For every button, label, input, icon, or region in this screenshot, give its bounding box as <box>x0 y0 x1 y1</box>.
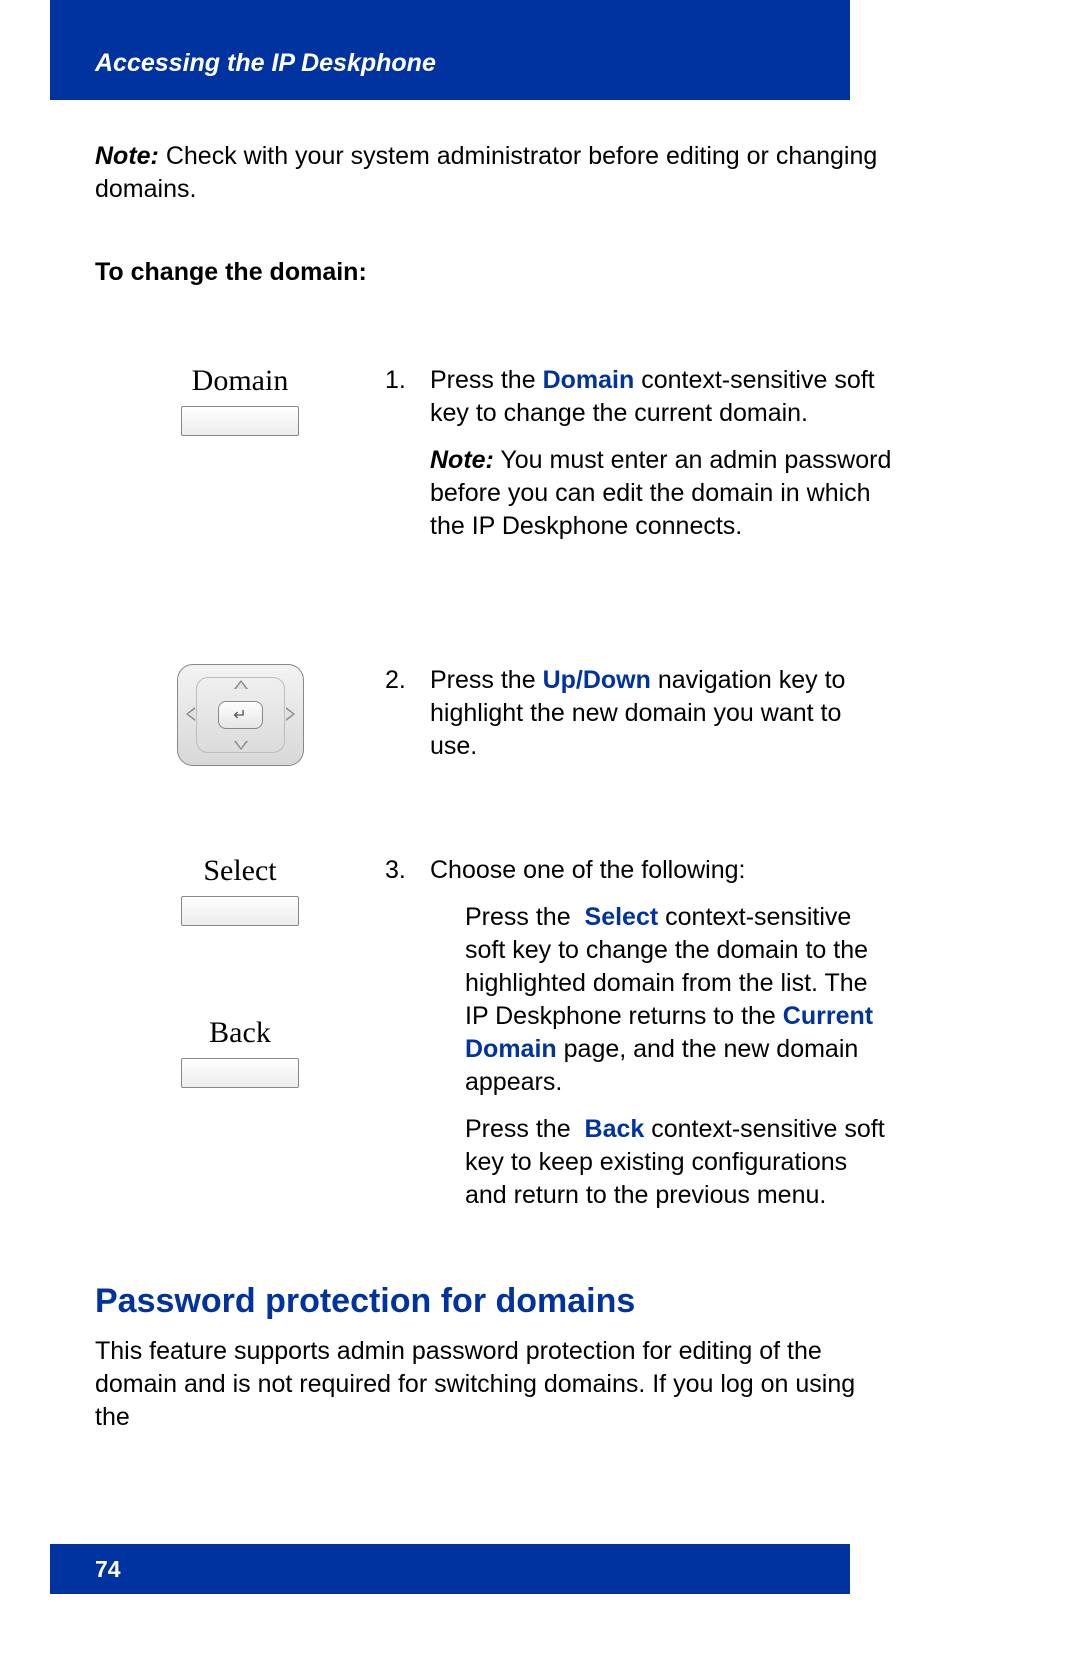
section-heading: Password protection for domains <box>95 1282 895 1321</box>
page-number: 74 <box>95 1556 121 1583</box>
step-1-note-label: Note: <box>430 446 494 474</box>
softkey-back-label: Back <box>209 1016 271 1050</box>
step-2-pre: Press the <box>430 666 543 694</box>
step-3-option-back: Press the Back context-sensitive soft ke… <box>430 1113 895 1212</box>
step-1-body: Press the Domain context-sensitive soft … <box>430 364 895 543</box>
step-1-note: Note: You must enter an admin password b… <box>430 444 895 543</box>
nav-left-icon <box>186 707 195 721</box>
step-2-number: 2. <box>385 664 430 763</box>
step-2-body: Press the Up/Down navigation key to high… <box>430 664 895 763</box>
chapter-title: Accessing the IP Deskphone <box>95 49 436 78</box>
chapter-header: Accessing the IP Deskphone <box>50 0 850 100</box>
step-3-body: Choose one of the following: Press the S… <box>430 854 895 1212</box>
softkey-domain: Domain <box>181 364 299 436</box>
softkey-back: Back <box>181 1016 299 1088</box>
page-footer: 74 <box>50 1544 850 1594</box>
softkey-domain-label: Domain <box>192 364 289 398</box>
step-3: Select Back 3. Choose one of the followi… <box>95 854 895 1212</box>
softkey-select: Select <box>181 854 299 926</box>
procedure-heading: To change the domain: <box>95 256 895 289</box>
note-label: Note: <box>95 142 159 170</box>
procedure-steps: Domain 1. Press the Domain context-sensi… <box>95 364 895 1212</box>
updown-keyword: Up/Down <box>543 666 651 694</box>
page-content: Note: Check with your system administrat… <box>95 140 895 1434</box>
back-keyword: Back <box>585 1115 645 1143</box>
step-1-note-text: You must enter an admin password before … <box>430 446 891 540</box>
step-1-text: 1. Press the Domain context-sensitive so… <box>385 364 895 543</box>
section-body: This feature supports admin password pro… <box>95 1335 895 1434</box>
step-3-graphic: Select Back <box>95 854 385 1168</box>
step-2: ↵ 2. Press the Up/Down navigation key to… <box>95 664 895 854</box>
nav-right-icon <box>286 707 295 721</box>
nav-down-icon <box>234 741 248 750</box>
step-1-number: 1. <box>385 364 430 543</box>
softkey-domain-button-icon <box>181 406 299 436</box>
admin-note: Note: Check with your system administrat… <box>95 140 895 206</box>
step-3-option-select: Press the Select context-sensitive soft … <box>430 901 895 1099</box>
softkey-select-label: Select <box>203 854 276 888</box>
step-1-pre: Press the <box>430 366 543 394</box>
step-2-graphic: ↵ <box>95 664 385 766</box>
step-3-text: 3. Choose one of the following: Press th… <box>385 854 895 1212</box>
nav-enter-icon: ↵ <box>218 701 263 729</box>
domain-keyword: Domain <box>543 366 635 394</box>
step-2-text: 2. Press the Up/Down navigation key to h… <box>385 664 895 763</box>
opt-b-pre: Press the <box>465 1115 578 1143</box>
step-3-number: 3. <box>385 854 430 1212</box>
softkey-back-button-icon <box>181 1058 299 1088</box>
select-keyword: Select <box>585 903 659 931</box>
step-1-graphic: Domain <box>95 364 385 516</box>
opt-a-pre: Press the <box>465 903 578 931</box>
navigation-key-icon: ↵ <box>177 664 304 766</box>
note-text: Check with your system administrator bef… <box>95 142 877 203</box>
page: Accessing the IP Deskphone Note: Check w… <box>0 0 1080 1669</box>
nav-up-icon <box>234 680 248 689</box>
step-3-lead: Choose one of the following: <box>430 856 746 884</box>
step-1: Domain 1. Press the Domain context-sensi… <box>95 364 895 664</box>
softkey-select-button-icon <box>181 896 299 926</box>
